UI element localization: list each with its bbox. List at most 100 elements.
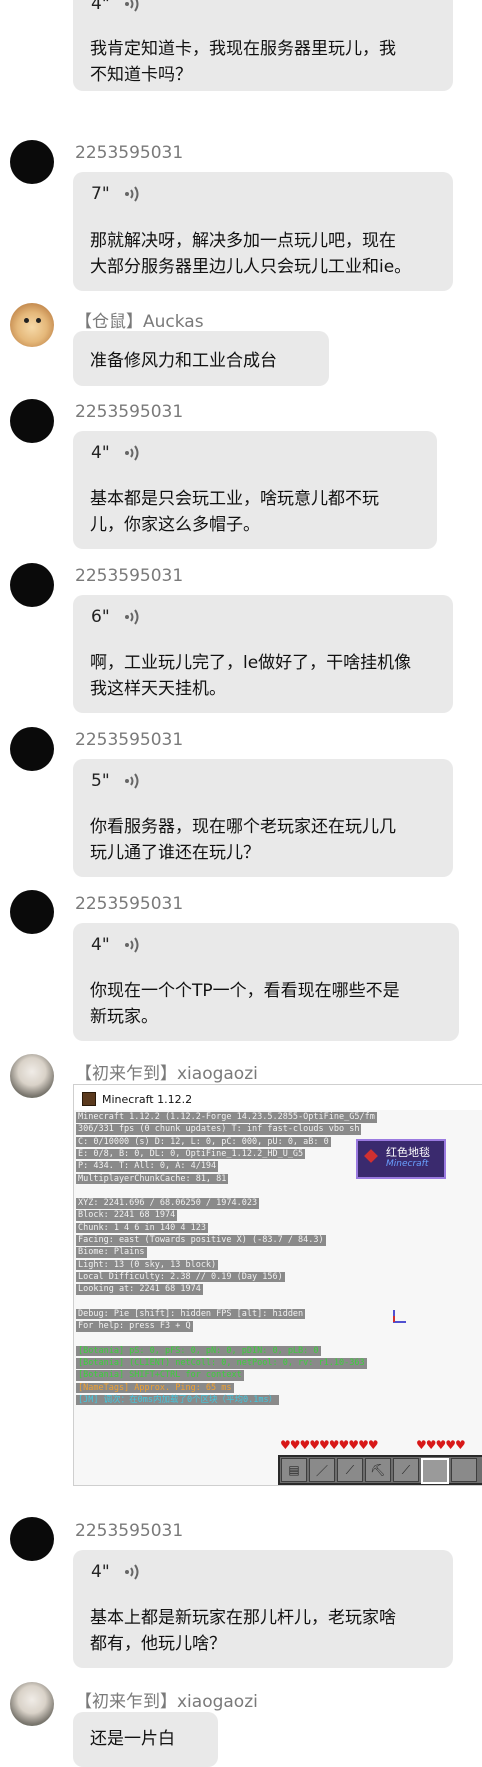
avatar[interactable] [10,1054,54,1098]
item-name: 红色地毯 [386,1146,430,1159]
avatar[interactable] [10,303,54,347]
transcript: 基本上都是新玩家在那儿杆儿，老玩家啥 都有，他玩儿啥？ [90,1605,396,1657]
item-mod: Minecraft [386,1159,429,1169]
transcript-line: 我这样天天挂机。 [90,679,226,699]
debug-line: Block: 2241 68 1974 [76,1210,178,1221]
transcript-line: 你看服务器，现在哪个老玩家还在玩儿几 [90,817,396,837]
message-bubble[interactable]: 准备修风力和工业合成台 [73,331,329,386]
voice-message[interactable]: 6" [91,607,142,627]
avatar[interactable] [10,890,54,934]
sender-name: 2253595031 [75,566,184,586]
voice-message[interactable]: 4" [91,1562,142,1582]
transcript-line: 都有，他玩儿啥？ [90,1634,226,1654]
crosshair-icon [393,1310,406,1323]
transcript-line: 啊，工业玩儿完了，le做好了，干啥挂机像 [90,653,412,673]
voice-message[interactable]: 5" [91,771,142,791]
voice-wave-icon [124,445,139,461]
transcript-line: 儿，你家这么多帽子。 [90,515,260,535]
sender-name: 2253595031 [75,730,184,750]
message-bubble[interactable]: 5" 你看服务器，现在哪个老玩家还在玩儿几 玩儿通了谁还在玩儿？ [73,759,453,877]
voice-message[interactable]: 4" [91,443,142,463]
transcript-line: 新玩家。 [90,1007,158,1027]
message-bubble[interactable]: 还是一片白 [73,1712,218,1767]
message-bubble[interactable]: 4" 我肯定知道卡，我现在服务器里玩儿，我 不知道卡吗？ [73,0,453,91]
voice-message[interactable]: 4" [91,0,142,14]
debug-line: [JM] 调次：在0ms内加载了0个区块（平均0.1ms） [76,1394,280,1406]
hotbar-slot [451,1458,477,1482]
game-screen: Minecraft 1.12.2 (1.12.2-Forge 14.23.5.2… [74,1110,482,1485]
voice-wave-icon [124,773,139,789]
message-bubble[interactable]: 6" 啊，工业玩儿完了，le做好了，干啥挂机像 我这样天天挂机。 [73,595,453,713]
debug-line: Biome: Plains [76,1247,147,1258]
debug-line: Light: 13 (0 sky, 13 block) [76,1259,219,1271]
voice-wave-icon [124,0,139,12]
voice-wave-icon [124,1564,139,1580]
sender-name: 【初来乍到】xiaogaozi [75,1692,258,1712]
health-bar: ♥♥♥♥♥♥♥♥♥♥ [280,1438,379,1452]
debug-line: Looking at: 2241 68 1974 [76,1284,203,1295]
tool-icon: ⟋ [393,1458,419,1482]
sender-name: 2253595031 [75,402,184,422]
message-text: 还是一片白 [90,1729,175,1749]
debug-line: 306/331 fps (0 chunk updates) T: inf fas… [76,1124,362,1135]
debug-line: For help: press F3 + Q [76,1321,193,1332]
message-text: 准备修风力和工业合成台 [90,351,277,371]
voice-duration: 4" [91,443,110,463]
transcript: 那就解决呀，解决多加一点玩儿吧，现在 大部分服务器里边儿人只会玩儿工业和ie。 [90,228,411,280]
message-bubble[interactable]: 4" 基本上都是新玩家在那儿杆儿，老玩家啥 都有，他玩儿啥？ [73,1550,453,1668]
shared-screenshot[interactable]: Minecraft 1.12.2 Minecraft 1.12.2 (1.12.… [73,1084,482,1486]
debug-line: Debug: Pie [shift]: hidden FPS [alt]: hi… [76,1308,306,1320]
voice-wave-icon [124,937,139,953]
hotbar: ▤ ／ ⟋ ⛏ ⟋ [278,1455,482,1485]
voice-duration: 7" [91,184,110,204]
carpet-icon [364,1149,378,1163]
transcript-line: 基本都是只会玩工业，啥玩意儿都不玩 [90,489,379,509]
voice-wave-icon [124,609,139,625]
transcript: 你现在一个个TP一个，看看现在哪些不是 新玩家。 [90,978,400,1030]
debug-line: Minecraft 1.12.2 (1.12.2-Forge 14.23.5.2… [76,1112,377,1123]
transcript-line: 大部分服务器里边儿人只会玩儿工业和ie。 [90,257,412,277]
transcript: 你看服务器，现在哪个老玩家还在玩儿几 玩儿通了谁还在玩儿？ [90,814,396,866]
sword-icon: ／ [309,1458,335,1482]
window-title: Minecraft 1.12.2 [102,1092,193,1106]
hunger-bar: ♥♥♥♥♥ [416,1438,466,1452]
avatar[interactable] [10,1682,54,1726]
voice-message[interactable]: 7" [91,184,142,204]
sender-name: 2253595031 [75,894,184,914]
message-bubble[interactable]: 4" 你现在一个个TP一个，看看现在哪些不是 新玩家。 [73,923,459,1041]
debug-line: [Botania] SHIFT+CTRL for context [76,1370,244,1381]
transcript-line: 基本上都是新玩家在那儿杆儿，老玩家啥 [90,1608,396,1628]
transcript-line: 不知道卡吗？ [90,65,192,85]
transcript: 我肯定知道卡，我现在服务器里玩儿，我 不知道卡吗？ [90,36,396,88]
debug-line: [NameTags] Approx. Ping: 65 ms [76,1382,234,1394]
debug-line: Chunk: 1 4 6 in 140 4 123 [76,1222,208,1234]
avatar[interactable] [10,563,54,607]
debug-line: Facing: east (Towards positive X) (-83.7… [76,1235,326,1246]
debug-line: [Botania] pS: 0, pFS: 0, pN: 0, pDIN: 0,… [76,1345,321,1357]
minecraft-logo-icon [82,1092,96,1106]
avatar[interactable] [10,140,54,184]
debug-line: Local Difficulty: 2.38 // 0.19 (Day 156) [76,1271,285,1283]
voice-duration: 5" [91,771,110,791]
avatar[interactable] [10,399,54,443]
item-tooltip: 红色地毯 Minecraft [356,1139,446,1179]
hotbar-slot-selected [421,1458,449,1484]
debug-line: E: 0/8, B: 0, DL: 0, OptiFine_1.12.2_HD_… [76,1148,306,1160]
debug-line: [Botania] (CLIENT) netColl: 0, netPool: … [76,1358,367,1369]
sender-name: 2253595031 [75,143,184,163]
avatar[interactable] [10,1517,54,1561]
transcript-line: 我肯定知道卡，我现在服务器里玩儿，我 [90,39,396,59]
message-bubble[interactable]: 7" 那就解决呀，解决多加一点玩儿吧，现在 大部分服务器里边儿人只会玩儿工业和i… [73,172,453,291]
voice-duration: 4" [91,1562,110,1582]
voice-duration: 4" [91,0,110,14]
sender-name: 【初来乍到】xiaogaozi [75,1064,258,1084]
transcript-line: 玩儿通了谁还在玩儿？ [90,843,260,863]
debug-line: XYZ: 2241.696 / 68.06250 / 1974.023 [76,1198,260,1209]
debug-line: MultiplayerChunkCache: 81, 81 [76,1173,229,1184]
voice-message[interactable]: 4" [91,935,142,955]
transcript-line: 那就解决呀，解决多加一点玩儿吧，现在 [90,231,396,251]
voice-duration: 4" [91,935,110,955]
transcript-line: 你现在一个个TP一个，看看现在哪些不是 [90,981,400,1001]
message-bubble[interactable]: 4" 基本都是只会玩工业，啥玩意儿都不玩 儿，你家这么多帽子。 [73,431,437,549]
avatar[interactable] [10,727,54,771]
